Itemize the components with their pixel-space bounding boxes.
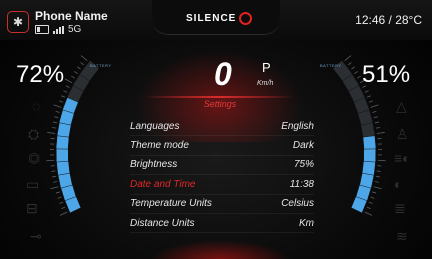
settings-item-label: Languages [130,120,180,132]
low-beam-icon: ◐ [394,176,403,192]
settings-item[interactable]: Date and Time 11:38 [130,175,314,195]
gauge-tick [376,170,381,172]
settings-item-value: Dark [292,140,314,152]
gauge-tick [80,55,88,62]
settings-item[interactable]: Theme mode Dark [130,136,314,156]
gauge-tick [65,85,70,88]
gauge-tick [344,55,352,62]
gauge-tick [59,100,64,103]
gauge-tick [376,132,385,134]
gauge-tick [61,206,66,210]
gauge-tick [61,95,66,98]
phone-icon: ◌ [32,98,41,114]
gauge-tick [55,191,60,194]
settings-item[interactable]: Brightness 75% [130,156,314,176]
fog-light-icon: ≋ [396,228,408,244]
gauge-tick [64,78,73,84]
settings-title: Settings [203,99,237,109]
gauge-tick [351,66,355,70]
settings-item-value: 11:38 [289,178,314,190]
gauge-tick [347,62,352,66]
lights-icon: ≡◐ [394,150,411,166]
speed-value: 0 [214,56,232,92]
gauge-tick [364,211,373,216]
gauge-tick [364,90,369,93]
gauge-tick [80,62,85,66]
speed-unit: Km/h [257,80,274,87]
settings-item[interactable]: Languages English [130,117,314,137]
gauge-tick [368,201,373,204]
gauge-tick [51,170,56,172]
gauge-tick [55,110,60,113]
settings-item-value: English [281,120,314,132]
motor-icon: ⏣ [28,150,41,166]
settings-item-label: Distance Units [130,217,195,229]
hazard-icon: ⛭ [28,126,40,142]
gauge-tick [354,71,358,74]
gauge-tick [375,127,380,129]
high-beam-icon: ≣ [394,200,406,216]
key-icon: ⊸ [30,228,42,244]
gauge-tick [57,196,62,199]
gauge-tick [77,66,81,70]
gauge-tick [71,75,75,79]
gauge-tick [373,116,378,119]
gear-indicator: P [262,60,271,75]
right-battery-label: BATTERY [320,63,342,68]
gauge-tick [366,95,371,98]
settings-item-label: Temperature Units [130,198,212,210]
right-battery-percent: 51% [362,61,411,88]
warning-icon: △ [396,98,407,114]
gauge-tick [53,104,62,108]
gauge-tick [373,186,382,190]
gauge-tick [370,196,375,199]
bottom-glow [150,240,290,259]
settings-item-value: 75% [293,159,314,171]
gauge-tick [374,181,379,183]
gauge-tick [372,191,377,194]
settings-item[interactable]: Distance Units Km [130,214,314,234]
gauge-tick [375,175,380,178]
gauge-tick [52,175,57,178]
dashboard-screen: ✱ Phone Name 5G SILENCE 12:46 / 28°C 72%… [0,0,432,259]
gauge-tick [374,121,379,124]
gauge-tick [59,201,64,204]
settings-menu: Languages English Theme mode Dark Brightness… [130,117,314,234]
settings-item-label: Theme mode [130,140,189,152]
gauge-tick [52,127,57,129]
gauge-tick [366,206,371,210]
left-battery-label: BATTERY [90,63,112,68]
settings-item[interactable]: Temperature Units Celsius [130,195,314,214]
settings-item-value: Km [299,217,314,229]
lock-icon: ⊟ [26,200,38,216]
battery-warning-icon: ▭ [26,176,40,192]
divider [144,96,294,98]
settings-item-value: Celsius [281,198,314,210]
gauge-tick [372,110,377,113]
settings-item-label: Brightness [130,159,178,171]
gauge-tick [53,121,58,124]
gauge-tick [74,71,78,74]
left-battery-percent: 72% [16,61,65,88]
gauge-tick [47,132,56,134]
person-icon: ♙ [396,126,409,142]
gauge-tick [54,116,59,119]
gauge-tick [357,75,361,79]
gauge-tick [368,100,373,103]
gauge-tick [59,211,68,216]
gauge-tick [50,186,59,190]
gauge-tick [63,90,68,93]
gauge-tick [53,181,58,183]
gauge-tick [370,104,379,108]
settings-item-label: Date and Time [130,178,196,190]
